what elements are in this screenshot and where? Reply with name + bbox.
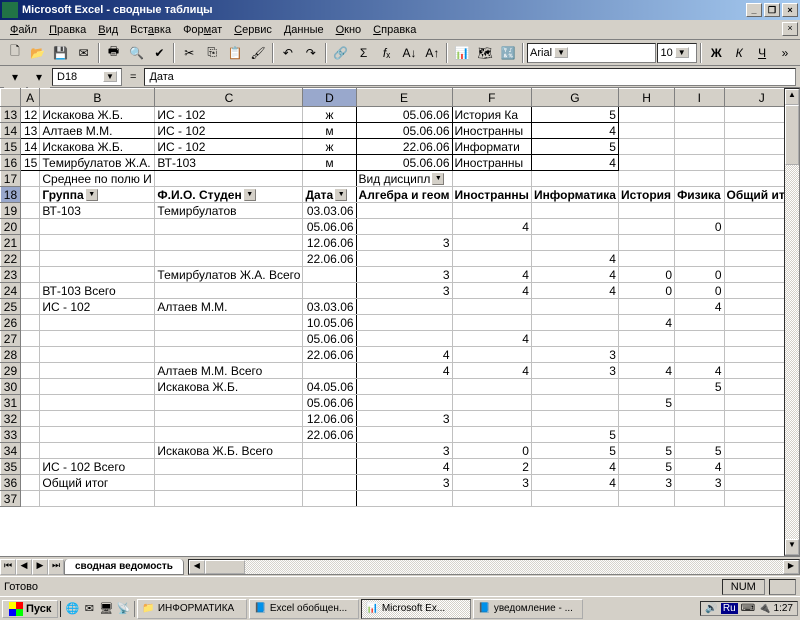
quick-launch: 🌐 ✉ 🖥 📡	[60, 601, 135, 617]
tab-nav-first[interactable]: ⏮	[0, 559, 16, 575]
menu-insert[interactable]: Вставка	[124, 22, 177, 38]
font-size-combo[interactable]: 10▼	[657, 43, 697, 63]
spellcheck-button[interactable]: ✔	[148, 42, 170, 64]
tray-time: 1:27	[774, 603, 793, 614]
taskbar-task[interactable]: 📘уведомление - ...	[473, 599, 583, 619]
worksheet-grid[interactable]: ABCDEFGHIJ1312Искакова Ж.Б.ИС - 102ж05.0…	[0, 88, 800, 556]
menu-help[interactable]: Справка	[367, 22, 422, 38]
status-num: NUM	[722, 579, 765, 595]
menu-file[interactable]: Файл	[4, 22, 43, 38]
underline-button[interactable]: Ч	[751, 42, 773, 64]
row-header[interactable]: 14	[1, 123, 21, 139]
window-titlebar: Microsoft Excel - сводные таблицы _ ❐ ×	[0, 0, 800, 20]
save-button[interactable]: 💾	[50, 42, 72, 64]
equals-label: =	[124, 71, 142, 83]
undo-button[interactable]: ↶	[277, 42, 299, 64]
row-header[interactable]: 13	[1, 107, 21, 123]
ql-channels-icon[interactable]: 📡	[115, 601, 131, 617]
col-header-I[interactable]: I	[675, 89, 724, 107]
ql-ie-icon[interactable]: 🌐	[64, 601, 80, 617]
pivot-button[interactable]: 🔣	[497, 42, 519, 64]
tray-icon2[interactable]: ⌨	[741, 603, 755, 614]
scroll-up[interactable]: ▲	[785, 89, 799, 105]
formula-bar: ▾ ▾ D18▼ = Дата	[0, 66, 800, 88]
excel-app-icon	[2, 2, 18, 18]
sort-asc-button[interactable]: A↓	[399, 42, 421, 64]
menu-view[interactable]: Вид	[92, 22, 124, 38]
col-header-H[interactable]: H	[618, 89, 674, 107]
map-button[interactable]: 🗺	[474, 42, 496, 64]
windows-logo-icon	[9, 602, 23, 616]
col-header-D[interactable]: D	[303, 89, 356, 107]
chart-button[interactable]: 📊	[451, 42, 473, 64]
cut-button[interactable]: ✂	[178, 42, 200, 64]
tb-sm2[interactable]: ▾	[28, 66, 50, 88]
col-header-A[interactable]: A	[20, 89, 39, 107]
system-tray[interactable]: 🔊 Ru ⌨ 🔌 1:27	[700, 601, 798, 616]
paste-button[interactable]: 📋	[224, 42, 246, 64]
col-header-B[interactable]: B	[40, 89, 155, 107]
horizontal-scrollbar[interactable]: ◀▶	[188, 559, 800, 575]
start-button[interactable]: Пуск	[2, 600, 58, 618]
vertical-scrollbar[interactable]: ▲ ▼	[784, 88, 800, 556]
restore-button[interactable]: ❐	[764, 3, 780, 17]
standard-toolbar: 🗋 📂 💾 ✉ 🖶 🔍 ✔ ✂ ⎘ 📋 🖌 ↶ ↷ 🔗 Σ fₓ A↓ A↑ 📊…	[0, 40, 800, 66]
row-header[interactable]: 16	[1, 155, 21, 171]
col-header-C[interactable]: C	[155, 89, 303, 107]
sort-desc-button[interactable]: A↑	[421, 42, 443, 64]
taskbar-task[interactable]: 📘Excel обобщен...	[249, 599, 359, 619]
italic-button[interactable]: К	[728, 42, 750, 64]
name-box[interactable]: D18▼	[52, 68, 122, 86]
tray-icon[interactable]: 🔊	[705, 603, 717, 614]
tray-lang[interactable]: Ru	[721, 603, 738, 614]
menu-bar: Файл Правка Вид Вставка Формат Сервис Да…	[0, 20, 800, 40]
tab-nav-last[interactable]: ⏭	[48, 559, 64, 575]
minimize-button[interactable]: _	[746, 3, 762, 17]
window-controls: _ ❐ ×	[744, 3, 798, 17]
scroll-thumb[interactable]	[785, 105, 799, 165]
copy-button[interactable]: ⎘	[201, 42, 223, 64]
more-button[interactable]: »	[774, 42, 796, 64]
format-painter-button[interactable]: 🖌	[247, 42, 269, 64]
tab-nav-next[interactable]: ▶	[32, 559, 48, 575]
status-blank	[769, 579, 796, 595]
filter-btn[interactable]: ▼	[432, 173, 444, 185]
autosum-button[interactable]: Σ	[353, 42, 375, 64]
menu-tools[interactable]: Сервис	[228, 22, 278, 38]
tab-nav-prev[interactable]: ◀	[16, 559, 32, 575]
ql-oe-icon[interactable]: ✉	[81, 601, 97, 617]
ql-desktop-icon[interactable]: 🖥	[98, 601, 114, 617]
taskbar-task[interactable]: 📁ИНФОРМАТИКА	[137, 599, 247, 619]
sheet-tab-active[interactable]: сводная ведомость	[64, 559, 184, 575]
font-name-combo[interactable]: Arial▼	[527, 43, 656, 63]
menu-format[interactable]: Формат	[177, 22, 228, 38]
menu-window[interactable]: Окно	[330, 22, 368, 38]
doc-close-button[interactable]: ×	[782, 22, 798, 36]
row-header[interactable]: 15	[1, 139, 21, 155]
mail-button[interactable]: ✉	[73, 42, 95, 64]
tb-sm1[interactable]: ▾	[4, 66, 26, 88]
window-title: Microsoft Excel - сводные таблицы	[22, 4, 744, 16]
col-header-F[interactable]: F	[452, 89, 531, 107]
open-button[interactable]: 📂	[27, 42, 49, 64]
close-button[interactable]: ×	[782, 3, 798, 17]
taskbar-task[interactable]: 📊Microsoft Ex...	[361, 599, 471, 619]
hyperlink-button[interactable]: 🔗	[330, 42, 352, 64]
status-bar: Готово NUM	[0, 576, 800, 596]
bold-button[interactable]: Ж	[705, 42, 727, 64]
scroll-down[interactable]: ▼	[785, 539, 799, 555]
col-header-E[interactable]: E	[356, 89, 452, 107]
menu-edit[interactable]: Правка	[43, 22, 92, 38]
new-button[interactable]: 🗋	[4, 42, 26, 64]
redo-button[interactable]: ↷	[300, 42, 322, 64]
menu-data[interactable]: Данные	[278, 22, 330, 38]
function-button[interactable]: fₓ	[376, 42, 398, 64]
col-header-G[interactable]: G	[531, 89, 618, 107]
tray-icon3[interactable]: 🔌	[758, 603, 770, 614]
sheet-tab-bar: ⏮ ◀ ▶ ⏭ сводная ведомость ◀▶	[0, 556, 800, 576]
status-text: Готово	[4, 581, 38, 593]
formula-input[interactable]: Дата	[144, 68, 796, 86]
print-button[interactable]: 🖶	[103, 42, 125, 64]
preview-button[interactable]: 🔍	[126, 42, 148, 64]
